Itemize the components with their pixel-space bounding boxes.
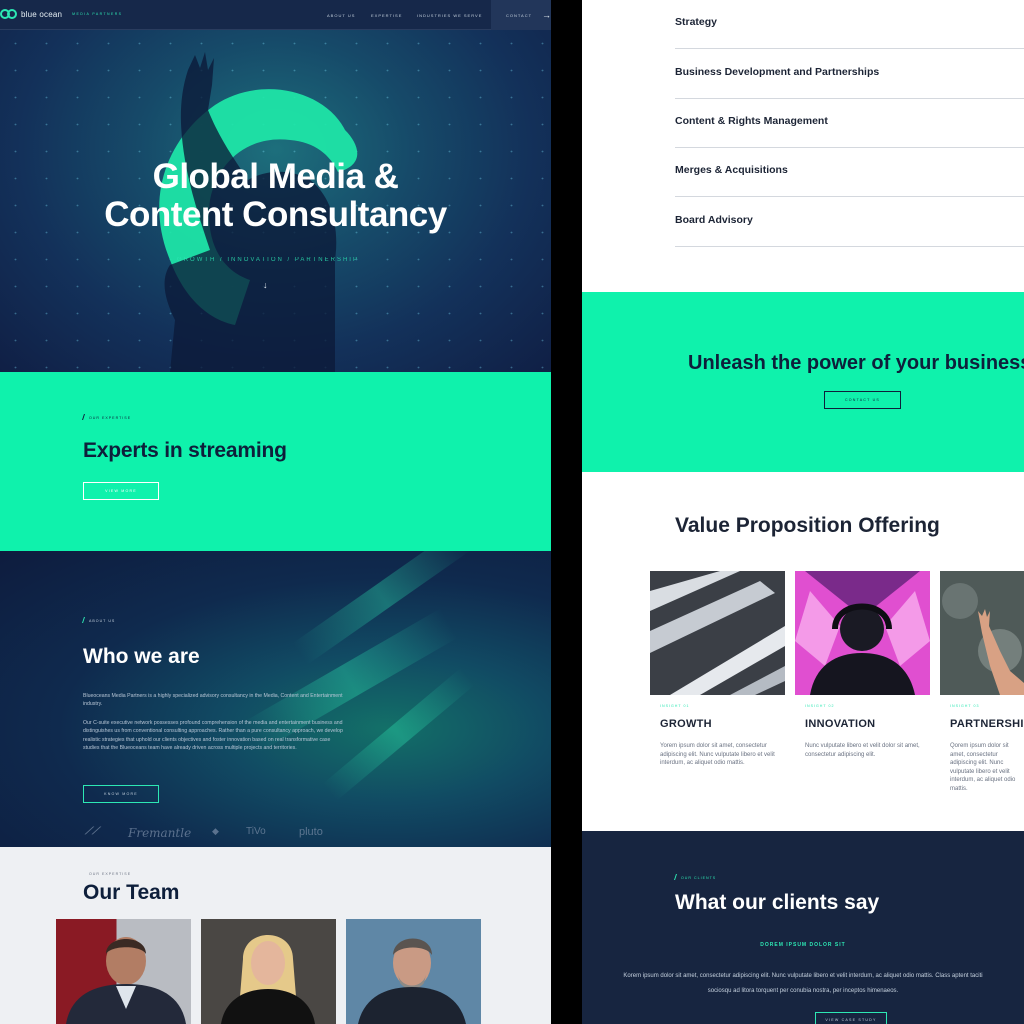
clients-title: What our clients say bbox=[675, 891, 880, 914]
team-photo-3[interactable] bbox=[346, 919, 481, 1024]
nav-contact-button[interactable]: CONTACT → bbox=[491, 0, 551, 30]
team-member-portrait bbox=[66, 937, 186, 1024]
nav-industries[interactable]: INDUSTRIES WE SERVE bbox=[417, 13, 482, 18]
logo-rings-icon bbox=[0, 9, 17, 19]
slash-mark bbox=[82, 617, 85, 623]
service-label: Business Development and Partnerships bbox=[675, 66, 880, 78]
testimonial-quote: Korem ipsum dolor sit amet, consectetur … bbox=[623, 973, 983, 994]
partner-logo-fremantle: Fremantle bbox=[128, 826, 192, 840]
team-title: Our Team bbox=[83, 881, 180, 904]
slash-mark bbox=[674, 874, 677, 880]
brand-logo[interactable]: blue ocean MEDIA PARTNERS bbox=[0, 9, 122, 19]
about-paragraph-1: Blueoceans Media Partners is a highly sp… bbox=[83, 693, 343, 708]
expertise-eyebrow: OUR EXPERTISE bbox=[82, 414, 132, 420]
service-item-merges-acquisitions[interactable]: Merges & Acquisitions bbox=[675, 148, 1024, 197]
service-label: Strategy bbox=[675, 16, 718, 28]
nav-expertise[interactable]: EXPERTISE bbox=[371, 13, 402, 18]
cta-title: Unleash the power of your business bbox=[688, 352, 1024, 374]
nav-about-us[interactable]: ABOUT US bbox=[327, 13, 355, 18]
about-paragraph-2: Our C-suite executive network possesses … bbox=[83, 720, 343, 752]
growth-card-title: GROWTH bbox=[660, 718, 712, 730]
service-item-strategy[interactable]: Strategy bbox=[675, 0, 1024, 49]
partner-logo-tivo: TiVo bbox=[246, 826, 266, 837]
hero-title: Global Media & Content Consultancy bbox=[0, 158, 551, 234]
slash-mark bbox=[82, 870, 85, 876]
testimonial-subtitle: DOREM IPSUM DOLOR SIT bbox=[760, 942, 846, 948]
partnership-card-title: PARTNERSHIP bbox=[950, 718, 1024, 730]
about-title: Who we are bbox=[83, 645, 200, 668]
partnership-card-text: Qorem ipsum dolor sit amet, consectetur … bbox=[950, 743, 1016, 792]
service-label: Merges & Acquisitions bbox=[675, 164, 788, 176]
service-item-content-rights[interactable]: Content & Rights Management bbox=[675, 99, 1024, 148]
team-eyebrow: OUR EXPERTISE bbox=[83, 870, 131, 876]
partner-logo-pluto: pluto bbox=[299, 826, 323, 838]
architecture-image bbox=[650, 571, 785, 695]
brand-name: blue ocean bbox=[21, 9, 63, 19]
value-proposition-title: Value Proposition Offering bbox=[675, 514, 940, 537]
service-item-business-development[interactable]: Business Development and Partnerships bbox=[675, 50, 1024, 99]
growth-card-tag: INSIGHT 01 bbox=[660, 704, 690, 708]
partnership-card-image[interactable] bbox=[940, 571, 1024, 695]
hero-section: Global Media & Content Consultancy GROWT… bbox=[0, 30, 551, 372]
about-eyebrow: ABOUT US bbox=[82, 617, 116, 623]
clients-eyebrow: OUR CLIENTS bbox=[674, 874, 717, 880]
hero-tagline: GROWTH / INNOVATION / PARTNERSHIP bbox=[177, 257, 359, 263]
about-eyebrow-label: ABOUT US bbox=[89, 619, 116, 623]
team-photo-1[interactable] bbox=[56, 919, 191, 1024]
partner-logo-mark: ⟋⟋ bbox=[85, 826, 99, 837]
service-label: Board Advisory bbox=[675, 214, 753, 226]
hero-title-line2: Content Consultancy bbox=[104, 195, 447, 234]
growth-card-image[interactable] bbox=[650, 571, 785, 695]
top-nav: blue ocean MEDIA PARTNERS ABOUT US EXPER… bbox=[0, 0, 551, 30]
left-page-preview[interactable]: blue ocean MEDIA PARTNERS ABOUT US EXPER… bbox=[0, 0, 551, 1024]
team-photo-2[interactable] bbox=[201, 919, 336, 1024]
screenshot-canvas: blue ocean MEDIA PARTNERS ABOUT US EXPER… bbox=[0, 0, 1024, 1024]
partnership-card-tag: INSIGHT 03 bbox=[950, 704, 980, 708]
cta-section bbox=[582, 292, 1024, 472]
arrow-right-icon: → bbox=[542, 10, 551, 20]
service-item-board-advisory[interactable]: Board Advisory bbox=[675, 198, 1024, 247]
growth-card-text: Yorem ipsum dolor sit amet, consectetur … bbox=[660, 743, 775, 767]
view-case-study-button[interactable]: VIEW CASE STUDY bbox=[815, 1012, 887, 1024]
team-member-portrait bbox=[358, 938, 466, 1024]
concert-hands-image bbox=[940, 571, 1024, 695]
clients-eyebrow-label: OUR CLIENTS bbox=[681, 876, 717, 880]
innovation-card-tag: INSIGHT 02 bbox=[805, 704, 835, 708]
know-more-button[interactable]: KNOW MORE bbox=[83, 785, 159, 803]
nav-contact-label: CONTACT bbox=[506, 12, 533, 18]
service-label: Content & Rights Management bbox=[675, 115, 828, 127]
innovation-card-title: INNOVATION bbox=[805, 718, 876, 730]
view-more-button[interactable]: VIEW MORE bbox=[83, 482, 159, 500]
brand-tagline: MEDIA PARTNERS bbox=[72, 12, 123, 16]
hero-title-line1: Global Media & bbox=[152, 157, 399, 196]
team-member-portrait bbox=[221, 935, 315, 1024]
expertise-eyebrow-label: OUR EXPERTISE bbox=[89, 416, 132, 420]
team-eyebrow-label: OUR EXPERTISE bbox=[89, 872, 132, 876]
innovation-card-image[interactable] bbox=[795, 571, 930, 695]
partner-logo-diamond-icon: ◆ bbox=[212, 826, 219, 836]
expertise-title: Experts in streaming bbox=[83, 439, 287, 462]
scroll-down-arrow-icon[interactable]: ↓ bbox=[263, 280, 268, 290]
slash-mark bbox=[82, 414, 85, 420]
innovation-card-text: Nunc vulputate libero et velit dolor sit… bbox=[805, 743, 920, 758]
contact-us-button[interactable]: CONTACT US bbox=[824, 391, 901, 409]
gamer-headphones-image bbox=[795, 571, 930, 695]
